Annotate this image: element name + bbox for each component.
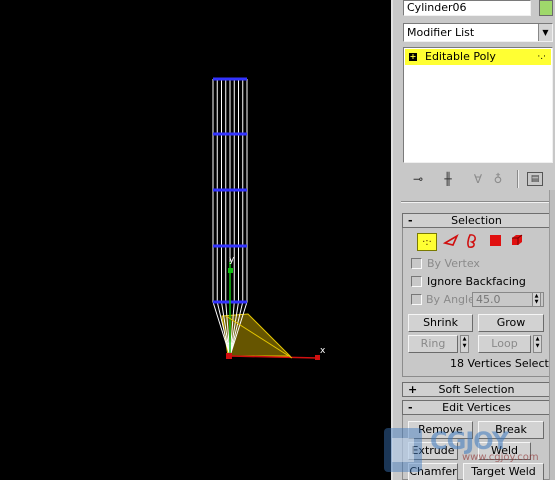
panel-divider xyxy=(401,201,555,203)
by-vertex-checkbox[interactable] xyxy=(411,258,422,269)
by-vertex-label: By Vertex xyxy=(427,257,480,270)
border-icon xyxy=(467,234,476,248)
collapse-icon: - xyxy=(408,401,413,414)
command-panel-scrollbar[interactable] xyxy=(549,190,555,480)
modifier-list-dropdown[interactable]: Modifier List ▼ xyxy=(403,23,553,42)
toolbar-divider xyxy=(517,170,519,188)
ring-spinner-arrows[interactable]: ▲ ▼ xyxy=(460,335,469,353)
by-angle-value: 45.0 xyxy=(476,293,501,306)
selection-rollout-title: Selection xyxy=(451,214,502,227)
target-weld-button[interactable]: Target Weld xyxy=(463,463,544,480)
vertex-subobject-icon: ·.· xyxy=(537,52,546,62)
vertex-icon: ·:· xyxy=(422,237,432,248)
watermark-url: www.cgjoy.com xyxy=(462,452,539,463)
pivot-point xyxy=(226,353,232,359)
make-unique-icon[interactable]: ∀ xyxy=(469,170,487,188)
vertex-level-button[interactable]: ·:· xyxy=(417,233,437,251)
modifier-list-label: Modifier List xyxy=(407,26,475,39)
modifier-stack[interactable]: + Editable Poly ·.· xyxy=(403,47,553,163)
edge-icon xyxy=(442,234,459,246)
soft-selection-rollout-header[interactable]: + Soft Selection xyxy=(402,382,551,397)
loop-spinner-arrows[interactable]: ▲ ▼ xyxy=(533,335,542,353)
y-axis-label: y xyxy=(229,255,235,265)
element-level-button[interactable] xyxy=(507,233,527,251)
chevron-down-icon[interactable]: ▼ xyxy=(538,24,552,41)
remove-modifier-icon[interactable]: ♁ xyxy=(489,170,507,188)
show-end-result-icon[interactable]: ╫ xyxy=(439,170,457,188)
y-axis-handle xyxy=(228,268,233,273)
by-angle-checkbox[interactable] xyxy=(411,294,422,305)
by-angle-spinner-arrows[interactable]: ▲ ▼ xyxy=(532,292,541,307)
polygon-icon xyxy=(490,235,501,246)
soft-selection-rollout-title: Soft Selection xyxy=(438,383,515,396)
stack-toolbar: ⊸ ╫ ∀ ♁ ▤ xyxy=(403,168,553,190)
x-axis-label: x xyxy=(320,346,326,356)
edit-vertices-rollout-header[interactable]: - Edit Vertices xyxy=(402,400,551,415)
collapse-icon: - xyxy=(408,214,413,227)
chamfer-button[interactable]: Chamfer xyxy=(408,463,458,480)
expand-icon: + xyxy=(408,383,418,396)
x-axis-line xyxy=(229,355,319,359)
border-level-button[interactable] xyxy=(462,233,482,251)
ignore-backfacing-checkbox[interactable] xyxy=(411,276,422,287)
by-angle-label: By Angle: xyxy=(426,293,479,306)
perspective-viewport[interactable]: xy xyxy=(0,0,391,480)
edge-level-button[interactable] xyxy=(441,233,461,251)
stack-item-editable-poly[interactable]: + Editable Poly ·.· xyxy=(405,49,551,65)
viewport-canvas[interactable]: xy xyxy=(0,0,391,480)
element-icon xyxy=(512,234,523,245)
pin-stack-icon[interactable]: ⊸ xyxy=(409,170,427,188)
shrink-button[interactable]: Shrink xyxy=(408,314,473,332)
object-color-swatch[interactable] xyxy=(539,0,553,16)
stack-item-label: Editable Poly xyxy=(425,50,496,63)
selection-status-text: 18 Vertices Selected xyxy=(450,357,555,370)
grow-button[interactable]: Grow xyxy=(478,314,544,332)
loop-button[interactable]: Loop xyxy=(478,335,531,353)
polygon-level-button[interactable] xyxy=(485,233,505,251)
object-name-field[interactable]: Cylinder06 xyxy=(403,0,531,16)
edit-vertices-rollout-title: Edit Vertices xyxy=(442,401,511,414)
expand-icon[interactable]: + xyxy=(409,53,417,61)
ignore-backfacing-label: Ignore Backfacing xyxy=(427,275,526,288)
configure-modifier-sets-icon[interactable]: ▤ xyxy=(527,172,543,186)
selection-rollout-header[interactable]: - Selection xyxy=(402,213,551,228)
ring-button[interactable]: Ring xyxy=(408,335,458,353)
watermark-text: CGJOY xyxy=(430,427,509,455)
